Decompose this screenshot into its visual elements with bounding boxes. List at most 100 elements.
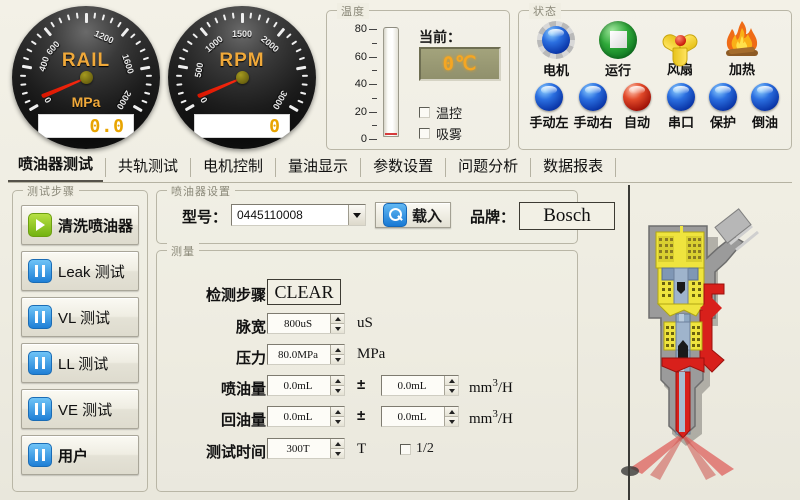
tab-4[interactable]: 参数设置 <box>363 152 443 182</box>
tab-1[interactable]: 共轨测试 <box>108 152 188 182</box>
checkbox-box[interactable] <box>400 443 411 455</box>
injection-qty-tolerance-input[interactable]: 0.0mL <box>381 375 459 396</box>
spinner-up[interactable] <box>331 439 344 449</box>
step-button-label: VL 测试 <box>58 309 110 327</box>
led-indicator <box>579 83 607 111</box>
spinner-down[interactable] <box>331 449 344 458</box>
led-auto: 自动 <box>613 83 661 131</box>
chevron-down-icon[interactable] <box>348 205 365 225</box>
pause-icon <box>28 397 52 421</box>
tab-0[interactable]: 喷油器测试 <box>8 150 104 182</box>
thermometer-tick-label: 40 <box>354 78 367 90</box>
tab-label: 问题分析 <box>458 158 519 175</box>
gauge-tick <box>276 27 286 37</box>
spinner-up[interactable] <box>331 407 344 417</box>
spinner-down[interactable] <box>331 417 344 426</box>
spinner-down[interactable] <box>445 417 458 426</box>
gauge-tick <box>36 32 43 39</box>
tab-label: 数据报表 <box>543 158 604 175</box>
status-icon-label: 加热 <box>728 62 755 77</box>
load-button[interactable]: 载入 <box>375 202 451 228</box>
spinner-up[interactable] <box>445 407 458 417</box>
return-qty-plusminus: ± <box>357 407 366 424</box>
tab-3[interactable]: 量油显示 <box>278 152 358 182</box>
injection-qty-unit: mm3/H <box>469 377 513 397</box>
half-checkbox[interactable]: 1/2 <box>400 441 434 457</box>
tab-5[interactable]: 问题分析 <box>448 152 528 182</box>
led-indicator <box>709 83 737 111</box>
rpm-readout: 0 <box>194 114 290 138</box>
tab-6[interactable]: 数据报表 <box>533 152 613 182</box>
pressure-input[interactable]: 80.0MPa <box>267 344 345 365</box>
unit-base: mm <box>469 411 493 427</box>
step-button-label: VE 测试 <box>58 401 113 419</box>
thermometer-tick-minor <box>372 97 377 99</box>
step-button-0[interactable]: 清洗喷油器 <box>21 205 139 245</box>
temp-control-checkbox[interactable]: 温控 <box>419 103 462 122</box>
step-button-2[interactable]: VL 测试 <box>21 297 139 337</box>
spinner-arrows[interactable] <box>444 376 458 395</box>
gauge-tick <box>129 32 136 39</box>
tab-2[interactable]: 电机控制 <box>193 152 273 182</box>
pulse-width-input[interactable]: 800uS <box>267 313 345 334</box>
spinner-down[interactable] <box>445 386 458 395</box>
led-manual-right: 手动右 <box>569 83 617 131</box>
step-button-4[interactable]: VE 测试 <box>21 389 139 429</box>
pressure-unit: MPa <box>357 346 386 362</box>
gauge-tick <box>143 91 151 95</box>
spinner-up[interactable] <box>331 345 344 355</box>
spinner-arrows[interactable] <box>330 314 344 333</box>
half-checkbox-label: 1/2 <box>416 441 434 456</box>
gauge-tick <box>231 12 235 19</box>
spinner-down[interactable] <box>331 355 344 364</box>
spinner-down[interactable] <box>331 386 344 395</box>
return-qty-input[interactable]: 0.0mL <box>267 406 345 427</box>
smoke-extract-checkbox[interactable]: 吸雾 <box>419 124 462 143</box>
spinner-arrows[interactable] <box>444 407 458 426</box>
gauge-tick-label: 1200 <box>92 28 116 46</box>
detect-step-label: 检测步骤： <box>205 287 281 304</box>
gauge-tick <box>288 104 299 112</box>
gauge-tick <box>222 13 227 21</box>
gauge-hub <box>235 71 249 84</box>
pressure-value: 80.0MPa <box>277 348 319 361</box>
checkbox-box[interactable] <box>419 128 430 139</box>
spinner-down[interactable] <box>331 324 344 333</box>
thermometer-tick <box>369 84 377 85</box>
brand-label: 品牌： <box>469 209 515 226</box>
gauge-tick <box>301 74 308 77</box>
step-button-3[interactable]: LL 测试 <box>21 343 139 383</box>
panel-divider <box>628 185 630 500</box>
injection-qty-input[interactable]: 0.0mL <box>267 375 345 396</box>
main-tab-bar[interactable]: 喷油器测试 共轨测试 电机控制 量油显示 参数设置 问题分析 数据报表 <box>8 152 792 183</box>
spinner-arrows[interactable] <box>330 407 344 426</box>
spinner-up[interactable] <box>445 376 458 386</box>
step-button-1[interactable]: Leak 测试 <box>21 251 139 291</box>
checkbox-box[interactable] <box>419 107 430 118</box>
spinner-arrows[interactable] <box>330 376 344 395</box>
model-select[interactable]: 0445110008 <box>231 204 366 226</box>
gauge-title: RAIL <box>61 50 111 71</box>
led-protection: 保护 <box>699 83 747 131</box>
gauge-tick <box>120 27 130 37</box>
injection-qty-value: 0.0mL <box>283 379 313 392</box>
thermometer-tick-minor <box>372 70 377 72</box>
spinner-arrows[interactable] <box>330 439 344 458</box>
search-icon <box>383 203 407 227</box>
step-button-5[interactable]: 用户 <box>21 435 139 475</box>
spinner-up[interactable] <box>331 314 344 324</box>
model-label: 型号： <box>181 209 227 226</box>
measure-caption: 测量 <box>167 243 199 259</box>
status-icon-motor: 电机 <box>529 21 583 79</box>
gauge-tick <box>101 13 106 21</box>
current-temp-label: 当前： <box>419 29 461 45</box>
gauge-tick <box>145 82 152 86</box>
return-qty-tolerance-input[interactable]: 0.0mL <box>381 406 459 427</box>
spinner-up[interactable] <box>331 376 344 386</box>
test-steps-panel: 测试步骤 清洗喷油器 Leak 测试 VL 测试 LL 测试 VE 测试 用户 <box>12 183 148 492</box>
checkbox-label: 温控 <box>436 106 463 121</box>
spinner-arrows[interactable] <box>330 345 344 364</box>
unit-suffix: /H <box>497 411 513 427</box>
test-time-input[interactable]: 300T <box>267 438 345 459</box>
gauge-tick <box>93 12 97 19</box>
